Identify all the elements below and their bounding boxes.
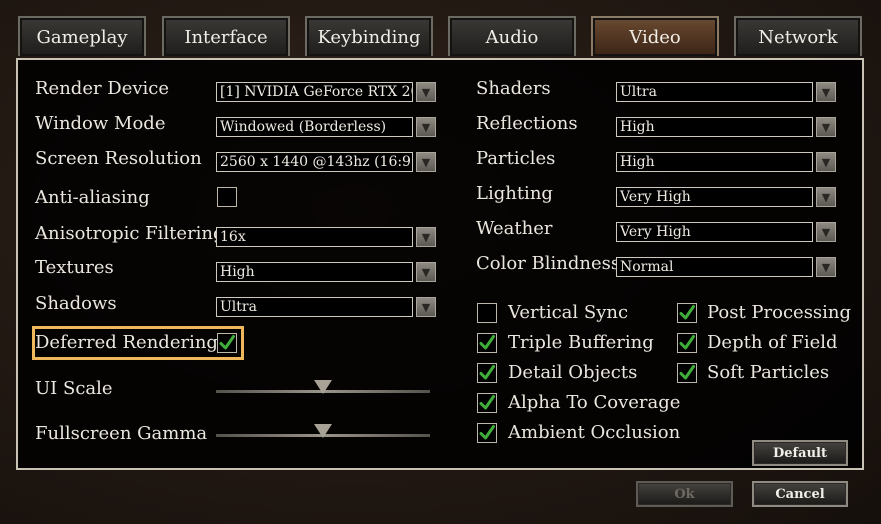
shaders-value: Ultra: [616, 82, 813, 102]
soft-particles-label: Soft Particles: [707, 362, 830, 383]
slider-thumb[interactable]: [314, 380, 332, 394]
color-blindness-label: Color Blindness: [476, 253, 621, 274]
ui-scale-slider[interactable]: [216, 380, 430, 400]
weather-label: Weather: [476, 218, 553, 239]
chevron-down-icon[interactable]: ▼: [416, 262, 436, 282]
tab-gameplay[interactable]: Gameplay: [18, 16, 146, 56]
detail-objects-label: Detail Objects: [508, 362, 638, 383]
lighting-dropdown[interactable]: Very High ▼: [616, 187, 836, 207]
ok-button[interactable]: Ok: [636, 481, 733, 507]
chevron-down-icon[interactable]: ▼: [816, 257, 836, 277]
tab-interface[interactable]: Interface: [162, 16, 290, 56]
particles-label: Particles: [476, 148, 556, 169]
color-blindness-value: Normal: [616, 257, 813, 277]
vertical-sync-checkbox[interactable]: [477, 303, 497, 323]
slider-thumb[interactable]: [314, 424, 332, 438]
fullscreen-gamma-slider[interactable]: [216, 424, 430, 444]
anti-aliasing-label: Anti-aliasing: [35, 187, 150, 208]
checkmark-icon: [679, 365, 695, 380]
tab-audio[interactable]: Audio: [448, 16, 576, 56]
checkmark-icon: [219, 335, 235, 350]
shadows-dropdown[interactable]: Ultra ▼: [216, 297, 436, 317]
reflections-dropdown[interactable]: High ▼: [616, 117, 836, 137]
lighting-value: Very High: [616, 187, 813, 207]
anisotropic-filtering-value: 16x: [216, 227, 413, 247]
shaders-label: Shaders: [476, 78, 551, 99]
screen-resolution-dropdown[interactable]: 2560 x 1440 @143hz (16:9) ▼: [216, 152, 436, 172]
cancel-button[interactable]: Cancel: [752, 481, 848, 507]
particles-dropdown[interactable]: High ▼: [616, 152, 836, 172]
deferred-rendering-highlight: [32, 326, 244, 360]
checkmark-icon: [479, 395, 495, 410]
depth-of-field-checkbox[interactable]: [677, 333, 697, 353]
chevron-down-icon[interactable]: ▼: [816, 152, 836, 172]
detail-objects-checkbox[interactable]: [477, 363, 497, 383]
checkmark-icon: [479, 425, 495, 440]
weather-dropdown[interactable]: Very High ▼: [616, 222, 836, 242]
weather-value: Very High: [616, 222, 813, 242]
chevron-down-icon[interactable]: ▼: [816, 187, 836, 207]
textures-value: High: [216, 262, 413, 282]
shadows-value: Ultra: [216, 297, 413, 317]
alpha-to-coverage-label: Alpha To Coverage: [508, 392, 681, 413]
post-processing-checkbox[interactable]: [677, 303, 697, 323]
triple-buffering-checkbox[interactable]: [477, 333, 497, 353]
alpha-to-coverage-checkbox[interactable]: [477, 393, 497, 413]
deferred-rendering-checkbox[interactable]: [217, 333, 237, 353]
anti-aliasing-checkbox[interactable]: [217, 187, 237, 207]
screen-resolution-label: Screen Resolution: [35, 148, 202, 169]
chevron-down-icon[interactable]: ▼: [816, 117, 836, 137]
render-device-label: Render Device: [35, 78, 170, 99]
checkmark-icon: [479, 365, 495, 380]
reflections-label: Reflections: [476, 113, 578, 134]
triple-buffering-label: Triple Buffering: [508, 332, 654, 353]
chevron-down-icon[interactable]: ▼: [816, 82, 836, 102]
particles-value: High: [616, 152, 813, 172]
window-mode-dropdown[interactable]: Windowed (Borderless) ▼: [216, 117, 436, 137]
default-button[interactable]: Default: [752, 440, 848, 466]
reflections-value: High: [616, 117, 813, 137]
lighting-label: Lighting: [476, 183, 553, 204]
anisotropic-filtering-dropdown[interactable]: 16x ▼: [216, 227, 436, 247]
chevron-down-icon[interactable]: ▼: [816, 222, 836, 242]
tab-keybinding[interactable]: Keybinding: [305, 16, 433, 56]
screen-resolution-value: 2560 x 1440 @143hz (16:9): [216, 152, 413, 172]
tab-video[interactable]: Video: [591, 16, 719, 56]
chevron-down-icon[interactable]: ▼: [416, 297, 436, 317]
depth-of-field-label: Depth of Field: [707, 332, 838, 353]
post-processing-label: Post Processing: [707, 302, 852, 323]
window-mode-label: Window Mode: [35, 113, 166, 134]
vertical-sync-label: Vertical Sync: [508, 302, 629, 323]
shaders-dropdown[interactable]: Ultra ▼: [616, 82, 836, 102]
color-blindness-dropdown[interactable]: Normal ▼: [616, 257, 836, 277]
render-device-value: [1] NVIDIA GeForce RTX 2080: [216, 82, 413, 102]
tab-network[interactable]: Network: [734, 16, 862, 56]
textures-label: Textures: [35, 257, 114, 278]
anisotropic-filtering-label: Anisotropic Filtering: [35, 223, 225, 244]
window-mode-value: Windowed (Borderless): [216, 117, 413, 137]
ambient-occlusion-label: Ambient Occlusion: [508, 422, 681, 443]
ui-scale-label: UI Scale: [35, 378, 113, 399]
chevron-down-icon[interactable]: ▼: [416, 227, 436, 247]
textures-dropdown[interactable]: High ▼: [216, 262, 436, 282]
checkmark-icon: [679, 335, 695, 350]
chevron-down-icon[interactable]: ▼: [416, 152, 436, 172]
checkmark-icon: [679, 305, 695, 320]
shadows-label: Shadows: [35, 293, 117, 314]
chevron-down-icon[interactable]: ▼: [416, 117, 436, 137]
render-device-dropdown[interactable]: [1] NVIDIA GeForce RTX 2080 ▼: [216, 82, 436, 102]
checkmark-icon: [479, 335, 495, 350]
ambient-occlusion-checkbox[interactable]: [477, 423, 497, 443]
chevron-down-icon[interactable]: ▼: [416, 82, 436, 102]
soft-particles-checkbox[interactable]: [677, 363, 697, 383]
fullscreen-gamma-label: Fullscreen Gamma: [35, 423, 208, 444]
